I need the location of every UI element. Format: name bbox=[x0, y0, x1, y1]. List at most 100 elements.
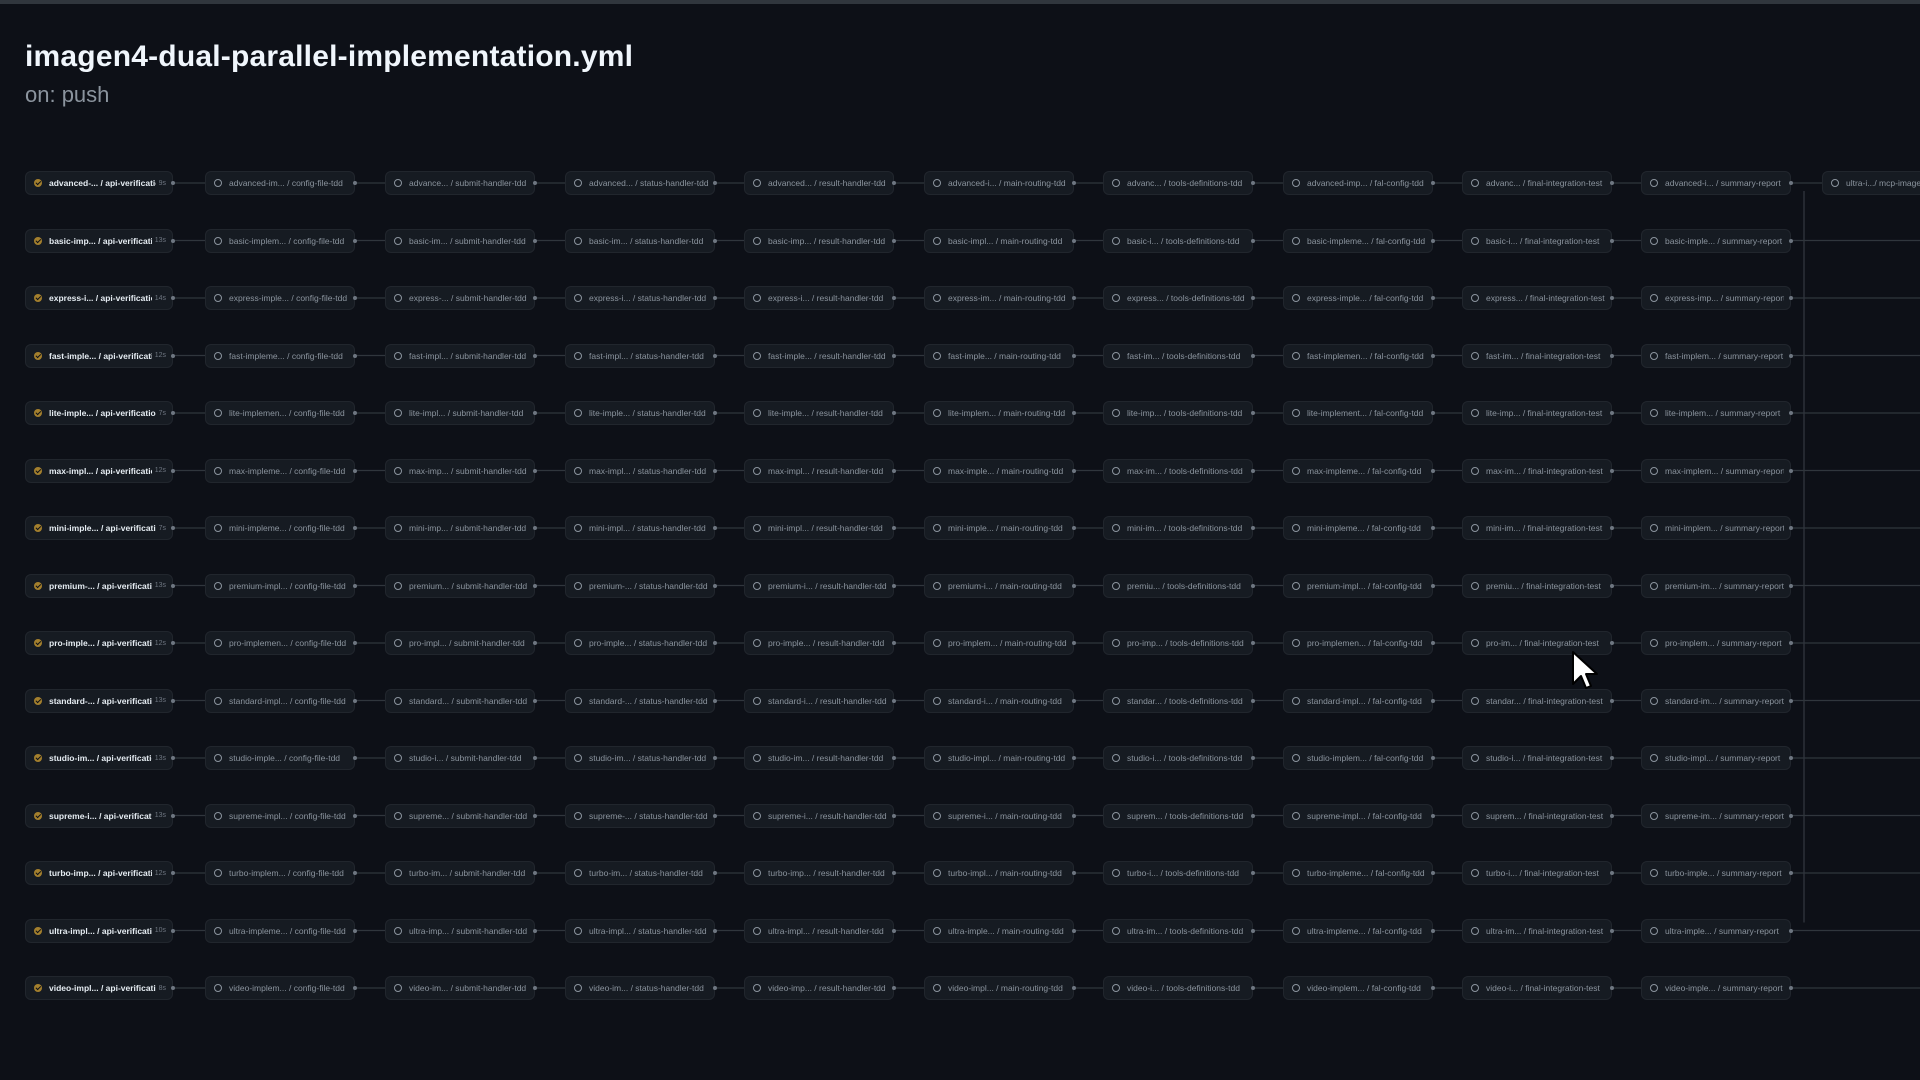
job-node[interactable]: max-impl... / api-verification 12s bbox=[25, 458, 173, 483]
job-node[interactable]: video-implem... / config-file-tdd bbox=[205, 976, 355, 1000]
job-node[interactable]: pro-imp... / tools-definitions-tdd bbox=[1103, 631, 1253, 655]
job-node[interactable]: video-imp... / result-handler-tdd bbox=[744, 976, 894, 1000]
job-node[interactable]: supreme... / submit-handler-tdd bbox=[385, 803, 535, 828]
job-node[interactable]: studio-im... / result-handler-tdd bbox=[744, 746, 894, 770]
job-node[interactable]: express-i... / status-handler-tdd bbox=[565, 286, 715, 310]
job-node[interactable]: mini-imp... / submit-handler-tdd bbox=[385, 516, 535, 540]
job-node[interactable]: video-implem... / fal-config-tdd bbox=[1283, 976, 1433, 1000]
job-node[interactable]: basic-imp... / result-handler-tdd bbox=[744, 228, 894, 253]
job-node[interactable]: standar... / tools-definitions-tdd bbox=[1103, 688, 1253, 713]
job-node[interactable]: express... / tools-definitions-tdd bbox=[1103, 286, 1253, 310]
job-node[interactable]: ultra-im... / tools-definitions-tdd bbox=[1103, 918, 1253, 943]
job-node[interactable]: supreme-im... / summary-report bbox=[1641, 803, 1791, 828]
job-node[interactable]: standard-... / api-verification 13s bbox=[25, 688, 173, 713]
job-node[interactable]: lite-implem... / summary-report bbox=[1641, 401, 1791, 425]
job-node-overflow[interactable]: ultra-i.../ mcp-images bbox=[1822, 171, 1920, 195]
job-node[interactable]: basic-i... / final-integration-test bbox=[1462, 228, 1612, 253]
job-node[interactable]: mini-imple... / api-verification 7s bbox=[25, 516, 173, 540]
job-node[interactable]: express-i... / api-verification 14s bbox=[25, 286, 173, 310]
job-node[interactable]: express-i... / result-handler-tdd bbox=[744, 286, 894, 310]
job-node[interactable]: ultra-imple... / main-routing-tdd bbox=[924, 918, 1074, 943]
job-node[interactable]: studio-impl... / main-routing-tdd bbox=[924, 746, 1074, 770]
job-node[interactable]: ultra-impl... / result-handler-tdd bbox=[744, 918, 894, 943]
job-node[interactable]: advanced... / result-handler-tdd bbox=[744, 171, 894, 195]
job-node[interactable]: fast-impleme... / config-file-tdd bbox=[205, 343, 355, 368]
job-node[interactable]: advanced... / status-handler-tdd bbox=[565, 171, 715, 195]
job-node[interactable]: max-impleme... / fal-config-tdd bbox=[1283, 458, 1433, 483]
job-node[interactable]: advanced-i... / summary-report bbox=[1641, 171, 1791, 195]
job-node[interactable]: suprem... / tools-definitions-tdd bbox=[1103, 803, 1253, 828]
job-node[interactable]: premium-impl... / fal-config-tdd bbox=[1283, 573, 1433, 598]
job-node[interactable]: premium-im... / summary-report bbox=[1641, 573, 1791, 598]
job-node[interactable]: standard-... / status-handler-tdd bbox=[565, 688, 715, 713]
job-node[interactable]: lite-impl... / submit-handler-tdd bbox=[385, 401, 535, 425]
job-node[interactable]: studio-i... / final-integration-test bbox=[1462, 746, 1612, 770]
job-node[interactable]: mini-im... / final-integration-test bbox=[1462, 516, 1612, 540]
job-node[interactable]: ultra-imp... / submit-handler-tdd bbox=[385, 918, 535, 943]
job-node[interactable]: express-im... / main-routing-tdd bbox=[924, 286, 1074, 310]
job-node[interactable]: advanc... / final-integration-test bbox=[1462, 171, 1612, 195]
job-node[interactable]: video-im... / status-handler-tdd bbox=[565, 976, 715, 1000]
job-node[interactable]: supreme-i... / api-verification13s bbox=[25, 803, 173, 828]
job-node[interactable]: pro-impl... / submit-handler-tdd bbox=[385, 631, 535, 655]
job-node[interactable]: standard-impl... / config-file-tdd bbox=[205, 688, 355, 713]
job-node[interactable]: pro-implem... / summary-report bbox=[1641, 631, 1791, 655]
job-node[interactable]: basic-imp... / api-verification13s bbox=[25, 228, 173, 253]
job-node[interactable]: max-imple... / main-routing-tdd bbox=[924, 458, 1074, 483]
job-node[interactable]: video-impl... / api-verification 8s bbox=[25, 976, 173, 1000]
job-node[interactable]: standard-im... / summary-report bbox=[1641, 688, 1791, 713]
job-node[interactable]: basic-im... / status-handler-tdd bbox=[565, 228, 715, 253]
job-node[interactable]: premium-... / api-verification 13s bbox=[25, 573, 173, 598]
job-node[interactable]: supreme-impl... / fal-config-tdd bbox=[1283, 803, 1433, 828]
job-node[interactable]: mini-im... / tools-definitions-tdd bbox=[1103, 516, 1253, 540]
job-node[interactable]: lite-implemen... / config-file-tdd bbox=[205, 401, 355, 425]
job-node[interactable]: express-imple... / config-file-tdd bbox=[205, 286, 355, 310]
job-node[interactable]: studio-i... / tools-definitions-tdd bbox=[1103, 746, 1253, 770]
job-node[interactable]: express-imp... / summary-report bbox=[1641, 286, 1791, 310]
job-node[interactable]: mini-impl... / status-handler-tdd bbox=[565, 516, 715, 540]
job-node[interactable]: max-impl... / status-handler-tdd bbox=[565, 458, 715, 483]
job-node[interactable]: studio-im... / api-verification 13s bbox=[25, 746, 173, 770]
job-node[interactable]: ultra-im... / final-integration-test bbox=[1462, 918, 1612, 943]
job-node[interactable]: pro-implemen... / fal-config-tdd bbox=[1283, 631, 1433, 655]
job-node[interactable]: studio-implem... / fal-config-tdd bbox=[1283, 746, 1433, 770]
job-node[interactable]: premium-i... / main-routing-tdd bbox=[924, 573, 1074, 598]
job-node[interactable]: video-impl... / main-routing-tdd bbox=[924, 976, 1074, 1000]
job-node[interactable]: advanced-i... / main-routing-tdd bbox=[924, 171, 1074, 195]
job-node[interactable]: lite-implem... / main-routing-tdd bbox=[924, 401, 1074, 425]
job-node[interactable]: max-im... / tools-definitions-tdd bbox=[1103, 458, 1253, 483]
job-node[interactable]: lite-imple... / api-verification 7s bbox=[25, 401, 173, 425]
job-node[interactable]: ultra-impl... / api-verification 10s bbox=[25, 918, 173, 943]
job-node[interactable]: advanced-... / api-verification 9s bbox=[25, 171, 173, 195]
job-node[interactable]: fast-imple... / main-routing-tdd bbox=[924, 343, 1074, 368]
job-node[interactable]: basic-imple... / summary-report bbox=[1641, 228, 1791, 253]
job-node[interactable]: max-impl... / result-handler-tdd bbox=[744, 458, 894, 483]
job-node[interactable]: premium-impl... / config-file-tdd bbox=[205, 573, 355, 598]
job-node[interactable]: supreme-impl... / config-file-tdd bbox=[205, 803, 355, 828]
job-node[interactable]: turbo-implem... / config-file-tdd bbox=[205, 861, 355, 885]
job-node[interactable]: studio-i... / submit-handler-tdd bbox=[385, 746, 535, 770]
job-node[interactable]: premiu... / final-integration-test bbox=[1462, 573, 1612, 598]
job-node[interactable]: fast-implemen... / fal-config-tdd bbox=[1283, 343, 1433, 368]
job-node[interactable]: video-im... / submit-handler-tdd bbox=[385, 976, 535, 1000]
job-node[interactable]: mini-implem... / summary-report bbox=[1641, 516, 1791, 540]
job-node[interactable]: lite-imple... / result-handler-tdd bbox=[744, 401, 894, 425]
job-node[interactable]: pro-imple... / api-verification 12s bbox=[25, 631, 173, 655]
job-node[interactable]: advanced-im... / config-file-tdd bbox=[205, 171, 355, 195]
job-node[interactable]: mini-impleme... / fal-config-tdd bbox=[1283, 516, 1433, 540]
job-node[interactable]: lite-imp... / final-integration-test bbox=[1462, 401, 1612, 425]
job-node[interactable]: supreme-i... / main-routing-tdd bbox=[924, 803, 1074, 828]
job-node[interactable]: pro-imple... / status-handler-tdd bbox=[565, 631, 715, 655]
job-node[interactable]: max-impleme... / config-file-tdd bbox=[205, 458, 355, 483]
job-node[interactable]: max-imp... / submit-handler-tdd bbox=[385, 458, 535, 483]
job-node[interactable]: ultra-impleme... / config-file-tdd bbox=[205, 918, 355, 943]
job-node[interactable]: turbo-imp... / result-handler-tdd bbox=[744, 861, 894, 885]
job-node[interactable]: standard... / submit-handler-tdd bbox=[385, 688, 535, 713]
job-node[interactable]: advanced-imp... / fal-config-tdd bbox=[1283, 171, 1433, 195]
job-node[interactable]: standard-i... / result-handler-tdd bbox=[744, 688, 894, 713]
job-node[interactable]: basic-implem... / config-file-tdd bbox=[205, 228, 355, 253]
job-node[interactable]: standard-impl... / fal-config-tdd bbox=[1283, 688, 1433, 713]
job-node[interactable]: fast-imple... / api-verification12s bbox=[25, 343, 173, 368]
job-node[interactable]: advance... / submit-handler-tdd bbox=[385, 171, 535, 195]
job-node[interactable]: basic-i... / tools-definitions-tdd bbox=[1103, 228, 1253, 253]
